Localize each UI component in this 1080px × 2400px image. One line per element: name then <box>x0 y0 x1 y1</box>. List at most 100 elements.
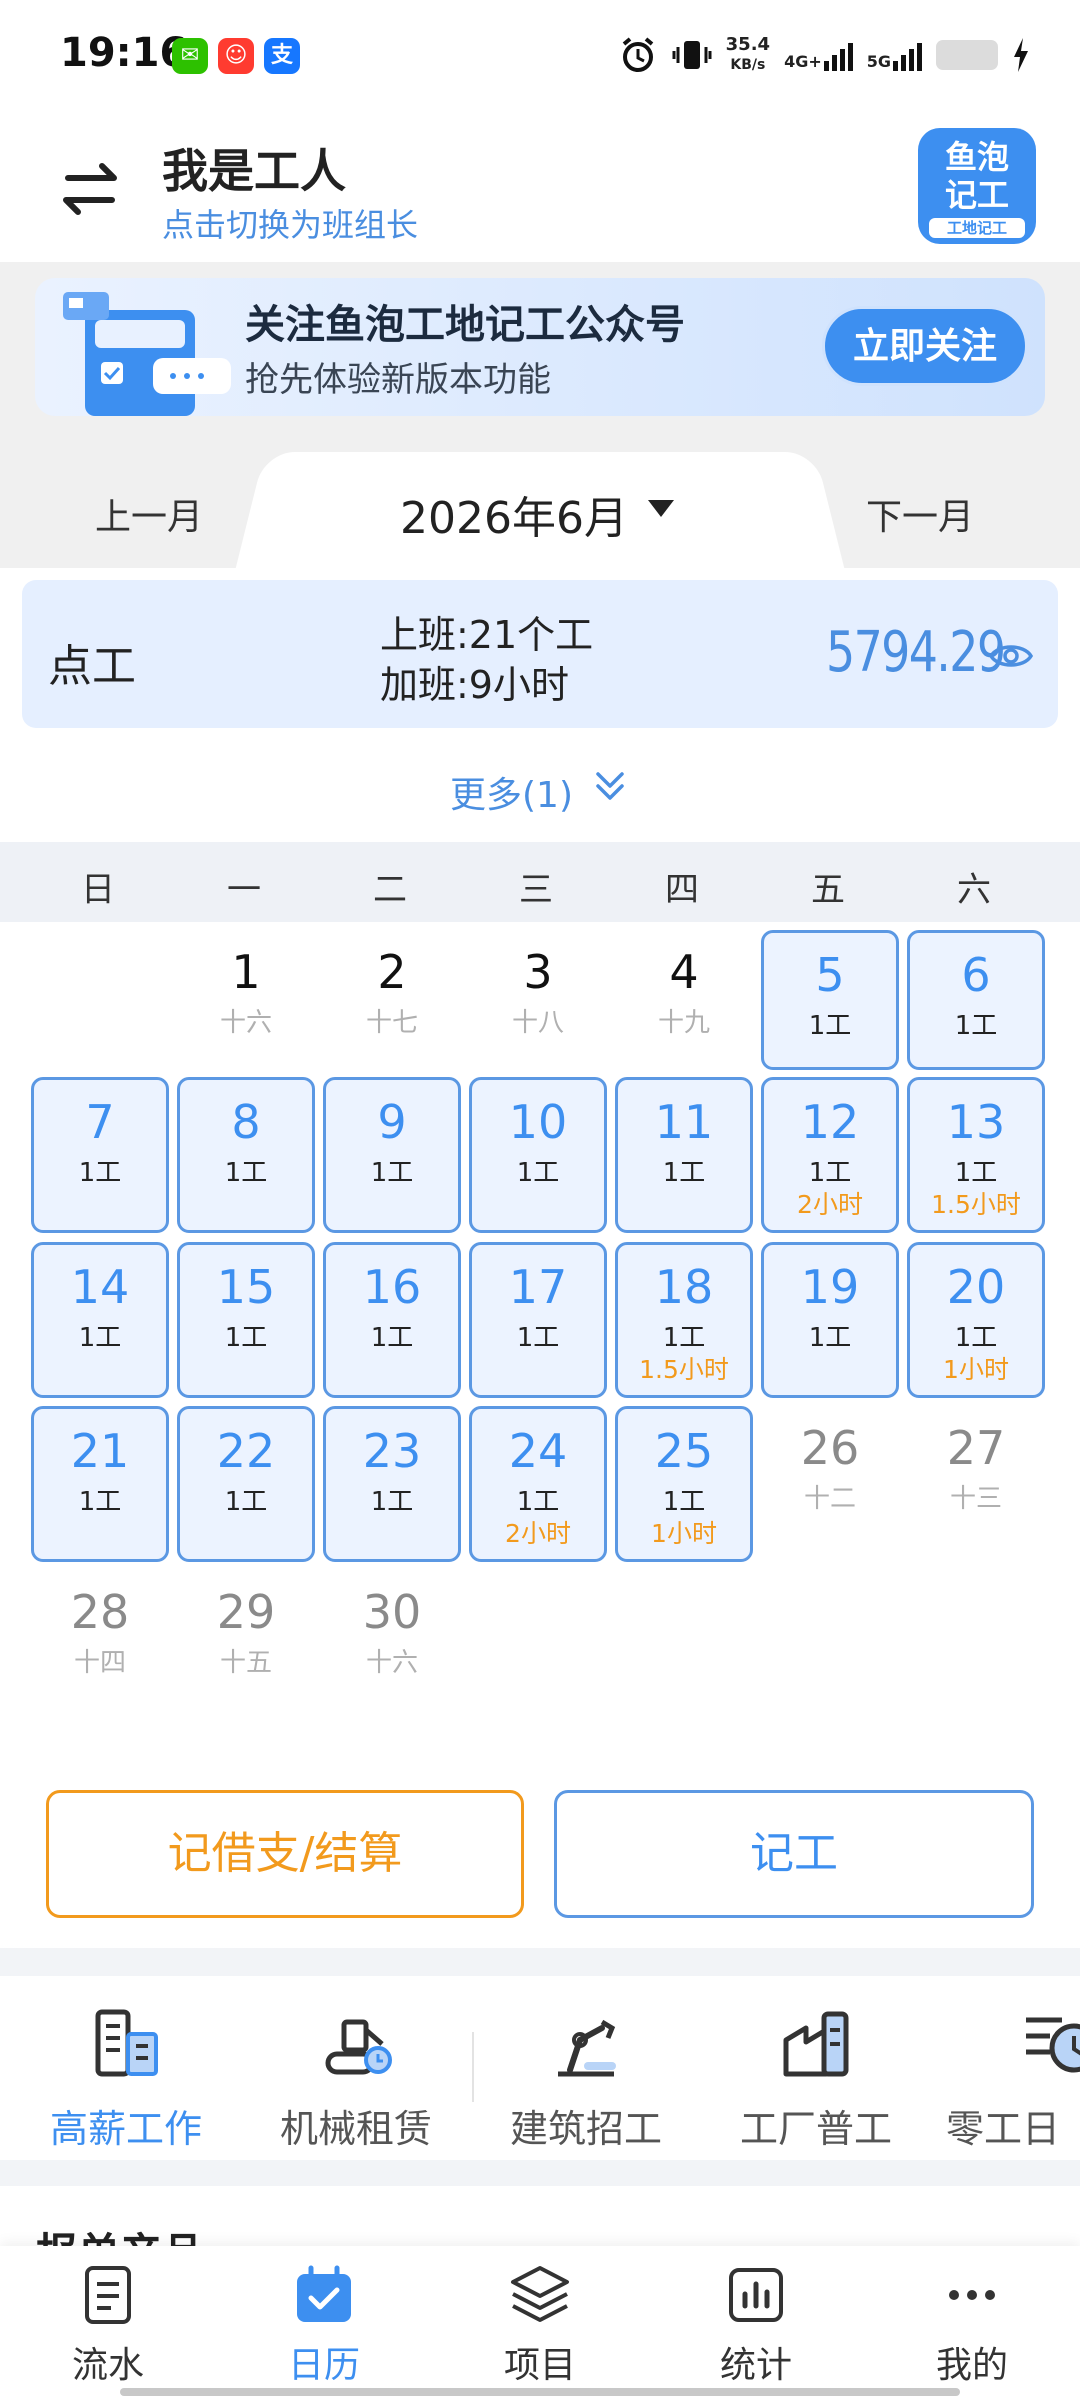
work-count: 1工 <box>370 1323 414 1353</box>
work-count: 1工 <box>224 1158 268 1188</box>
weekday-label: 四 <box>665 870 699 910</box>
work-count: 1工 <box>516 1323 560 1353</box>
calendar-day[interactable]: 16 1工 <box>323 1242 461 1398</box>
calendar-day[interactable]: 29 十五 <box>177 1570 315 1710</box>
nav-label: 统计 <box>719 2345 792 2386</box>
section-divider <box>0 1948 1080 1976</box>
calendar-day[interactable]: 12 1工 2小时 <box>761 1077 899 1233</box>
prev-month-button[interactable]: 上一月 <box>95 488 203 540</box>
record-work-button[interactable]: 记工 <box>554 1790 1034 1918</box>
day-number: 8 <box>231 1095 261 1149</box>
overtime-hours: 1.5小时 <box>931 1190 1021 1219</box>
nav-item[interactable]: 统计 <box>676 2262 836 2388</box>
more-link[interactable]: 更多(1) <box>450 766 573 818</box>
overtime-hours: 加班:9小时 <box>380 663 569 707</box>
work-count: 1工 <box>78 1158 122 1188</box>
work-count: 1工 <box>954 1323 998 1353</box>
calendar-day[interactable]: 19 1工 <box>761 1242 899 1398</box>
next-month-button[interactable]: 下一月 <box>866 488 974 540</box>
work-count: 1工 <box>78 1323 122 1353</box>
service-label: 高薪工作 <box>49 2107 202 2151</box>
signal-4g: 4G+ <box>784 39 853 71</box>
weekday-label: 二 <box>373 870 407 910</box>
calendar-day[interactable]: 7 1工 <box>31 1077 169 1233</box>
work-type: 点工 <box>48 641 136 692</box>
factory-icon <box>783 2011 849 2077</box>
month-selector[interactable]: 2026年6月 <box>400 482 628 546</box>
calendar-day[interactable]: 26 十二 <box>761 1406 899 1562</box>
calendar-day[interactable]: 20 1工 1小时 <box>907 1242 1045 1398</box>
lunar-date: 十四 <box>73 1648 126 1678</box>
day-number: 1 <box>231 945 261 999</box>
banner-subtitle: 抢先体验新版本功能 <box>245 360 551 400</box>
nav-item[interactable]: 项目 <box>460 2262 620 2388</box>
service-label: 零工日 <box>946 2107 1061 2151</box>
nav-item[interactable]: 流水 <box>28 2262 188 2388</box>
app-logo: 鱼泡 记工 工地记工 <box>918 128 1036 244</box>
lunar-date: 十三 <box>949 1484 1002 1514</box>
service-item[interactable]: 零工日 <box>946 2000 1080 2153</box>
calendar-day[interactable]: 21 1工 <box>31 1406 169 1562</box>
taobao-icon: ☺ <box>218 38 254 74</box>
calendar-day[interactable]: 24 1工 2小时 <box>469 1406 607 1562</box>
calendar-day[interactable]: 23 1工 <box>323 1406 461 1562</box>
calendar-day[interactable]: 8 1工 <box>177 1077 315 1233</box>
day-number: 29 <box>216 1585 276 1639</box>
settle-button[interactable]: 记借支/结算 <box>46 1790 524 1918</box>
calendar-day[interactable]: 11 1工 <box>615 1077 753 1233</box>
service-item[interactable]: 机械租赁 <box>256 2000 456 2153</box>
day-number: 19 <box>800 1260 860 1314</box>
switch-role-icon[interactable] <box>50 148 130 228</box>
calendar-day[interactable]: 10 1工 <box>469 1077 607 1233</box>
calendar-day[interactable]: 5 1工 <box>761 930 899 1070</box>
calendar-day[interactable]: 4 十九 <box>615 930 753 1070</box>
service-label: 建筑招工 <box>509 2107 662 2151</box>
calendar-day[interactable]: 9 1工 <box>323 1077 461 1233</box>
service-item[interactable]: 高薪工作 <box>26 2000 226 2153</box>
service-item[interactable]: 工厂普工 <box>716 2000 916 2153</box>
calendar-day[interactable]: 3 十八 <box>469 930 607 1070</box>
day-number: 25 <box>654 1424 714 1478</box>
work-count: 1工 <box>78 1487 122 1517</box>
work-count: 1工 <box>224 1323 268 1353</box>
calendar-day[interactable]: 14 1工 <box>31 1242 169 1398</box>
calendar-day[interactable]: 28 十四 <box>31 1570 169 1710</box>
weekday-label: 一 <box>227 870 261 910</box>
double-chevron-down-icon[interactable] <box>592 766 628 806</box>
calendar-day[interactable]: 1 十六 <box>177 930 315 1070</box>
calendar-day[interactable]: 25 1工 1小时 <box>615 1406 753 1562</box>
follow-button[interactable]: 立即关注 <box>822 306 1028 386</box>
battery-icon <box>936 40 998 70</box>
day-number: 11 <box>654 1095 714 1149</box>
calendar-day[interactable]: 13 1工 1.5小时 <box>907 1077 1045 1233</box>
lunar-date: 十八 <box>511 1008 564 1038</box>
lunar-date: 十七 <box>365 1008 418 1038</box>
calendar-day[interactable]: 30 十六 <box>323 1570 461 1710</box>
switch-role-link[interactable]: 点击切换为班组长 <box>162 200 418 246</box>
day-number: 17 <box>508 1260 568 1314</box>
weekday-label: 三 <box>519 870 553 910</box>
calendar-day[interactable]: 6 1工 <box>907 930 1045 1070</box>
service-item[interactable]: 建筑招工 <box>486 2000 686 2153</box>
day-number: 30 <box>362 1585 422 1639</box>
overtime-hours: 2小时 <box>797 1190 863 1219</box>
charging-icon <box>1014 38 1028 72</box>
weekday-label: 五 <box>811 870 845 910</box>
nav-item[interactable]: 我的 <box>892 2262 1052 2388</box>
day-number: 7 <box>85 1095 115 1149</box>
work-count: 1工 <box>370 1158 414 1188</box>
calendar-day[interactable]: 2 十七 <box>323 930 461 1070</box>
day-number: 24 <box>508 1424 568 1478</box>
alipay-icon: 支 <box>264 38 300 74</box>
calendar-day[interactable]: 27 十三 <box>907 1406 1045 1562</box>
gesture-bar[interactable] <box>120 2388 960 2396</box>
status-indicators: 35.4 KB/s 4G+ 5G <box>618 30 1030 80</box>
nav-item[interactable]: 日历 <box>244 2262 404 2388</box>
calendar-day[interactable]: 22 1工 <box>177 1406 315 1562</box>
work-count: 1工 <box>662 1158 706 1188</box>
calendar-day[interactable]: 18 1工 1.5小时 <box>615 1242 753 1398</box>
eye-icon[interactable] <box>988 636 1034 676</box>
calendar-day[interactable]: 15 1工 <box>177 1242 315 1398</box>
calendar-day[interactable]: 17 1工 <box>469 1242 607 1398</box>
caret-down-icon[interactable] <box>648 500 674 517</box>
